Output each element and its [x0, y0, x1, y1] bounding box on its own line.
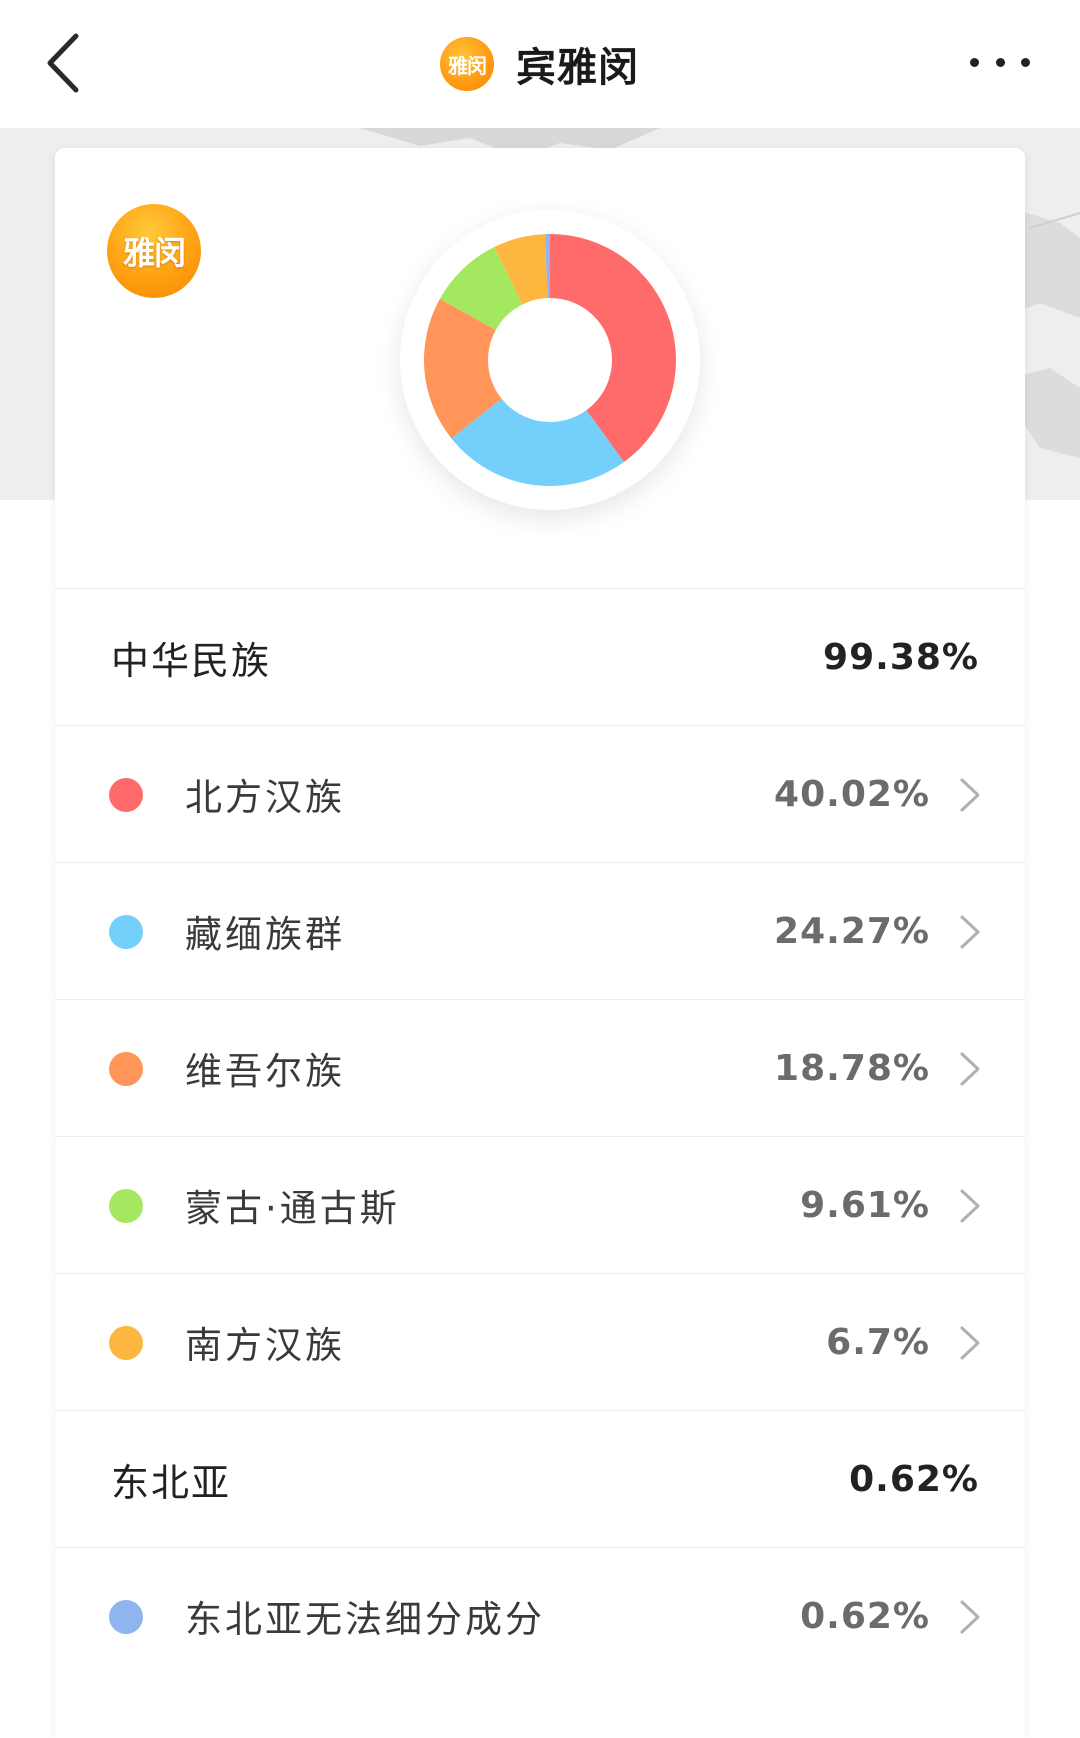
ancestry-item-percentage: 0.62%	[800, 1595, 930, 1637]
title-area: 雅闵 宾雅闵	[440, 34, 639, 94]
color-dot	[109, 1326, 143, 1360]
ancestry-card: 雅闵 中华民族 99.38% 北方汉族 40.02% 藏缅族群 24.27% 维…	[55, 148, 1025, 1738]
group-header-row: 东北亚 0.62%	[55, 1410, 1025, 1547]
ancestry-item-label: 维吾尔族	[185, 1050, 345, 1093]
chevron-right-icon	[957, 1187, 983, 1225]
chevron-right-icon	[957, 1598, 983, 1636]
ancestry-item-row[interactable]: 北方汉族 40.02%	[55, 725, 1025, 862]
group-percentage: 99.38%	[823, 636, 979, 678]
chevron-right-icon	[957, 913, 983, 951]
ancestry-item-percentage: 9.61%	[800, 1184, 930, 1226]
ancestry-item-row[interactable]: 蒙古·通古斯 9.61%	[55, 1136, 1025, 1273]
dot-icon	[995, 57, 1005, 67]
color-dot	[109, 778, 143, 812]
dot-icon	[970, 57, 979, 67]
ancestry-item-row[interactable]: 藏缅族群 24.27%	[55, 862, 1025, 999]
group-label: 中华民族	[111, 638, 272, 683]
header-avatar[interactable]: 雅闵	[440, 37, 494, 91]
ancestry-item-percentage: 24.27%	[774, 910, 930, 952]
color-dot	[109, 1600, 143, 1634]
ancestry-item-row[interactable]: 东北亚无法细分成分 0.62%	[55, 1547, 1025, 1684]
card-avatar: 雅闵	[107, 204, 201, 298]
group-percentage: 0.62%	[849, 1458, 979, 1500]
back-button[interactable]	[40, 28, 100, 98]
ancestry-list: 中华民族 99.38% 北方汉族 40.02% 藏缅族群 24.27% 维吾尔族…	[55, 588, 1025, 1684]
back-arrow-icon	[47, 33, 79, 93]
donut-chart-svg	[424, 234, 676, 486]
ancestry-item-label: 藏缅族群	[185, 913, 345, 956]
ancestry-item-row[interactable]: 维吾尔族 18.78%	[55, 999, 1025, 1136]
top-bar: 雅闵 宾雅闵	[0, 0, 1080, 128]
ancestry-item-label: 东北亚无法细分成分	[185, 1598, 545, 1641]
ancestry-item-label: 南方汉族	[185, 1324, 345, 1367]
ancestry-item-label: 蒙古·通古斯	[185, 1187, 400, 1230]
ancestry-item-percentage: 18.78%	[774, 1047, 930, 1089]
ancestry-item-percentage: 40.02%	[774, 773, 930, 815]
ancestry-item-row[interactable]: 南方汉族 6.7%	[55, 1273, 1025, 1410]
chevron-right-icon	[957, 1050, 983, 1088]
color-dot	[109, 1189, 143, 1223]
more-options-button[interactable]	[970, 50, 1030, 74]
color-dot	[109, 1052, 143, 1086]
chevron-right-icon	[957, 1324, 983, 1362]
group-header-row: 中华民族 99.38%	[55, 588, 1025, 725]
ancestry-item-percentage: 6.7%	[826, 1321, 930, 1363]
donut-chart	[400, 210, 700, 510]
dot-icon	[1021, 57, 1030, 67]
chevron-right-icon	[957, 776, 983, 814]
page-title: 宾雅闵	[516, 45, 639, 91]
ancestry-item-label: 北方汉族	[185, 776, 345, 819]
group-label: 东北亚	[111, 1460, 232, 1505]
color-dot	[109, 915, 143, 949]
